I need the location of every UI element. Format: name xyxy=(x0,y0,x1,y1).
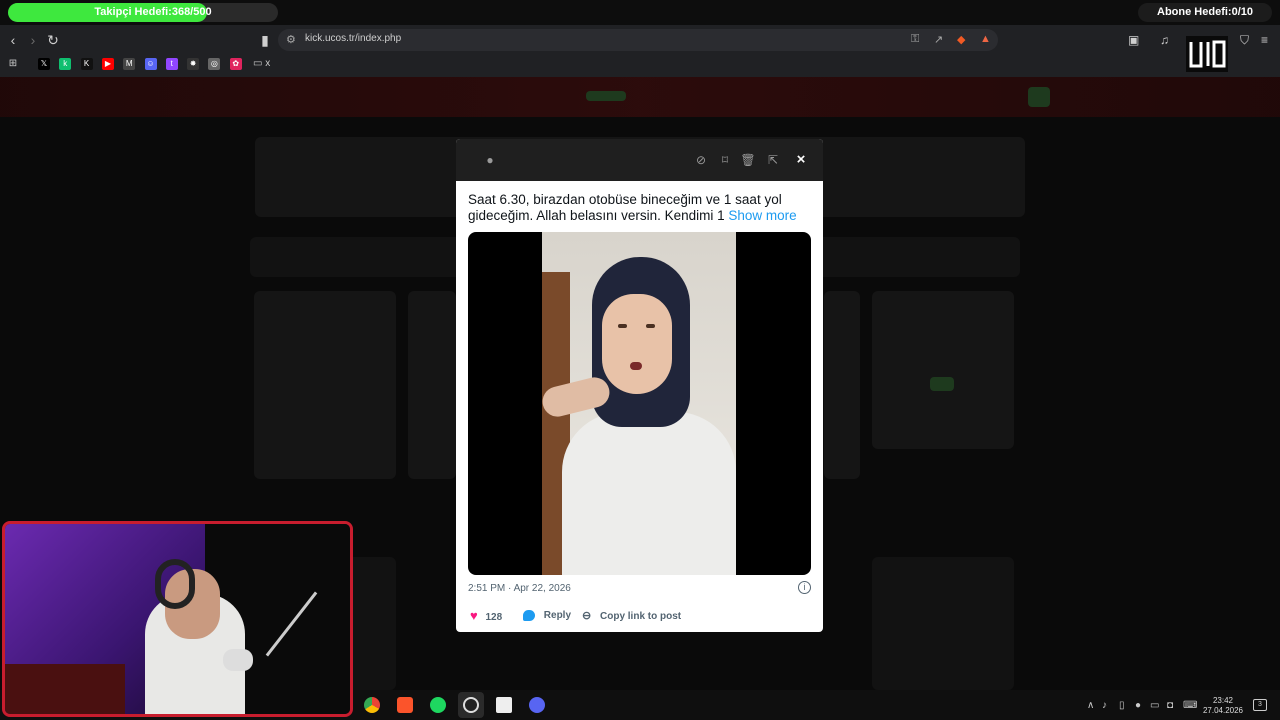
menu-icon[interactable]: ≡ xyxy=(1261,33,1268,47)
blurred-card xyxy=(872,557,1014,690)
heart-icon: ♥ xyxy=(470,608,478,623)
app-tray-icon[interactable]: ◘ xyxy=(1167,700,1173,711)
browser-toolbar: ‹ › ↻ ▮ ⚙ kick.ucos.tr/index.php ⚿ ↗ ◆ ▲… xyxy=(0,25,1280,77)
video-person-shirt xyxy=(562,412,736,575)
apps-grid-icon[interactable]: ⊞ xyxy=(7,58,19,70)
trash-icon[interactable]: 🗑 xyxy=(740,152,756,168)
url-text[interactable]: kick.ucos.tr/index.php xyxy=(305,33,401,44)
kick-k-icon[interactable]: K xyxy=(80,58,93,70)
stream-overlay: Takipçi Hedefi:368/500 Abone Hedefi:0/10 xyxy=(0,0,1280,25)
link-icon: ⊖ xyxy=(582,610,592,622)
tweet-actions: ♥ 128 Reply ⊖ Copy link to post xyxy=(468,608,813,624)
info-icon[interactable]: ● xyxy=(482,152,498,168)
vpn-shield-icon[interactable]: ⛉ xyxy=(1240,33,1249,48)
blurred-card xyxy=(254,291,396,479)
bookmark-folder[interactable]: ▭ x xyxy=(253,58,270,70)
video-frame xyxy=(539,232,736,575)
block-icon[interactable]: ⊘ xyxy=(693,152,709,168)
bookmark-icon[interactable]: ▮ xyxy=(256,31,274,49)
brave-icon[interactable] xyxy=(397,697,413,713)
headphones-icon xyxy=(155,559,195,609)
reload-icon[interactable]: ↻ xyxy=(44,31,62,49)
forward-icon[interactable]: › xyxy=(24,31,42,49)
gmail-icon[interactable]: M xyxy=(123,58,136,70)
discord-icon[interactable]: ☺ xyxy=(144,58,157,70)
x-icon[interactable]: 𝕏 xyxy=(38,58,50,70)
brave-rewards-icon[interactable]: ▲ xyxy=(980,33,991,45)
bookmark-icon[interactable]: ⌑ xyxy=(717,152,733,168)
video-person-face xyxy=(602,294,672,394)
site-info-icon[interactable]: ⚙ xyxy=(286,33,296,46)
blurred-button xyxy=(1028,87,1050,107)
tweet-timestamp[interactable]: 2:51 PM · Apr 22, 2026 xyxy=(468,583,571,594)
youtube-icon[interactable]: ▶ xyxy=(101,58,114,70)
brave-shields-icon[interactable]: ◆ xyxy=(957,33,965,46)
blurred-badge xyxy=(930,377,954,391)
clock-time: 23:42 xyxy=(1212,696,1234,705)
tweet-modal: ● ⊘ ⌑ 🗑 ⇱ × Saat 6.30, birazdan otobüse … xyxy=(456,139,823,632)
volume-icon[interactable]: ♪ xyxy=(1102,700,1107,711)
obs-icon[interactable] xyxy=(463,697,479,713)
webcam-chair xyxy=(5,664,125,714)
video-person-eye xyxy=(646,324,655,328)
reply-label: Reply xyxy=(543,610,572,621)
share-icon[interactable]: ↗ xyxy=(934,33,943,46)
bookmarks-bar: ⊞ 𝕏k K ▶ M ☺ t ✸ ◎ ✿ ▭ x xyxy=(0,55,1280,75)
chrome-icon[interactable] xyxy=(364,697,380,713)
sidebar-icon[interactable]: ▣ xyxy=(1128,33,1139,47)
modal-header: ● ⊘ ⌑ 🗑 ⇱ × xyxy=(456,139,823,181)
notification-icon[interactable]: 3 xyxy=(1253,699,1267,711)
webcam-overlay xyxy=(2,521,353,717)
copy-link-label: Copy link to post xyxy=(600,611,682,622)
site-header xyxy=(0,77,1280,117)
blurred-badge xyxy=(586,91,626,101)
blurred-card xyxy=(824,291,860,479)
network-icon[interactable]: ▭ xyxy=(1150,700,1159,711)
follower-goal-text: Takipçi Hedefi:368/500 xyxy=(94,6,212,18)
clock-date: 27.04.2026 xyxy=(1202,706,1244,715)
follower-goal-bar: Takipçi Hedefi:368/500 xyxy=(8,3,278,22)
music-icon[interactable]: ♫ xyxy=(1160,33,1169,47)
reply-icon xyxy=(523,609,535,621)
video-person-mouth xyxy=(630,362,642,370)
discord-icon[interactable] xyxy=(529,697,545,713)
subscriber-goal-text: Abone Hedefi:0/10 xyxy=(1138,3,1272,22)
like-count: 128 xyxy=(485,612,503,623)
tweet-video[interactable] xyxy=(468,232,811,575)
back-icon[interactable]: ‹ xyxy=(4,31,22,49)
reply-button[interactable]: Reply xyxy=(523,608,571,624)
tray-chevron-icon[interactable]: ∧ xyxy=(1087,700,1094,711)
blurred-card xyxy=(872,291,1014,449)
password-key-icon[interactable]: ⚿ xyxy=(911,33,919,46)
uco-logo xyxy=(1186,36,1228,72)
bookmark-folder-label: x xyxy=(265,58,271,69)
circle-icon[interactable]: ◎ xyxy=(208,58,221,70)
flower-icon[interactable]: ✿ xyxy=(229,58,242,70)
document-icon[interactable] xyxy=(496,697,512,713)
kick-icon[interactable]: k xyxy=(59,58,72,70)
open-external-icon[interactable]: ⇱ xyxy=(765,152,781,168)
copy-link-button[interactable]: ⊖ Copy link to post xyxy=(582,608,681,624)
video-person-eye xyxy=(618,324,627,328)
microphone-icon xyxy=(223,649,253,671)
usb-icon[interactable]: ▯ xyxy=(1119,700,1125,711)
system-clock[interactable]: 23:42 27.04.2026 xyxy=(1200,696,1246,716)
close-icon[interactable]: × xyxy=(793,152,809,168)
star-icon[interactable]: ✸ xyxy=(187,58,200,70)
mic-tray-icon[interactable]: ● xyxy=(1135,700,1141,711)
spotify-icon[interactable] xyxy=(430,697,446,713)
tweet-text: Saat 6.30, birazdan otobüse bineceğim ve… xyxy=(468,192,813,224)
like-button[interactable]: ♥ 128 xyxy=(470,608,502,624)
blurred-card xyxy=(408,291,456,479)
twitch-icon[interactable]: t xyxy=(165,58,178,70)
show-more-link[interactable]: Show more xyxy=(728,208,796,223)
keyboard-icon[interactable]: ⌨ xyxy=(1183,700,1197,711)
tweet-info-icon[interactable]: i xyxy=(798,581,811,594)
